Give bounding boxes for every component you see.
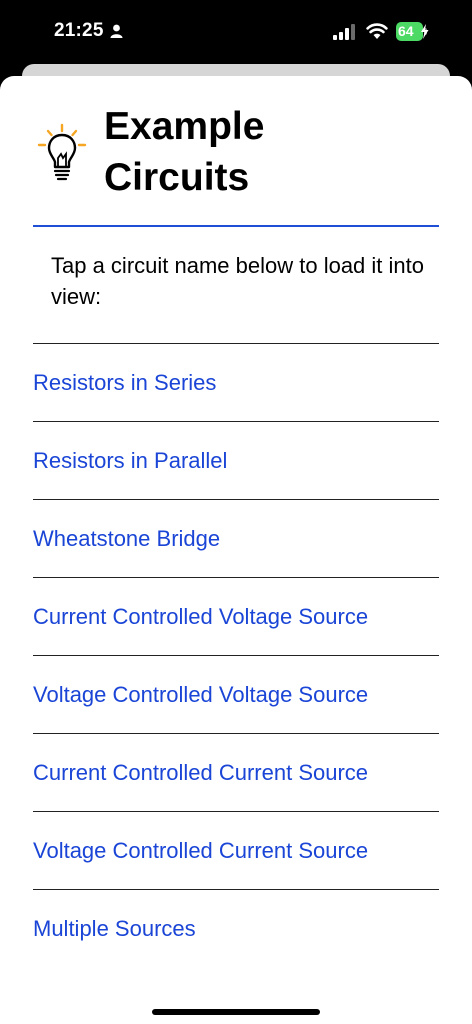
circuit-link-cccs[interactable]: Current Controlled Current Source [33,733,439,811]
circuit-link-resistors-in-series[interactable]: Resistors in Series [33,343,439,421]
page-title-line2: Circuits [104,156,250,199]
signal-icon [333,24,357,45]
status-time: 21:25 [54,20,104,41]
page-title-line1: Example [104,105,265,148]
status-bar: 21:25 64 [0,0,472,66]
circuit-link-resistors-in-parallel[interactable]: Resistors in Parallel [33,421,439,499]
header: Example Circuits [34,101,438,201]
home-indicator[interactable] [152,1009,320,1015]
wifi-icon [366,22,388,45]
battery-level: 64 [396,22,423,41]
lightbulb-icon [34,123,90,190]
battery-icon: 64 [396,22,432,42]
page-title: Example Circuits [104,101,364,203]
circuit-link-vcvs[interactable]: Voltage Controlled Voltage Source [33,655,439,733]
person-icon [110,24,123,43]
example-circuits-sheet: Example Circuits Tap a circuit name belo… [0,76,472,1024]
intro-text: Tap a circuit name below to load it into… [51,253,424,309]
circuit-link-multiple-sources[interactable]: Multiple Sources [33,889,439,967]
title-divider [33,225,439,227]
circuit-link-vccs[interactable]: Voltage Controlled Current Source [33,811,439,889]
circuit-list: Resistors in Series Resistors in Paralle… [33,343,439,967]
circuit-link-ccvs[interactable]: Current Controlled Voltage Source [33,577,439,655]
charging-bolt-icon [420,24,429,44]
circuit-link-wheatstone-bridge[interactable]: Wheatstone Bridge [33,499,439,577]
